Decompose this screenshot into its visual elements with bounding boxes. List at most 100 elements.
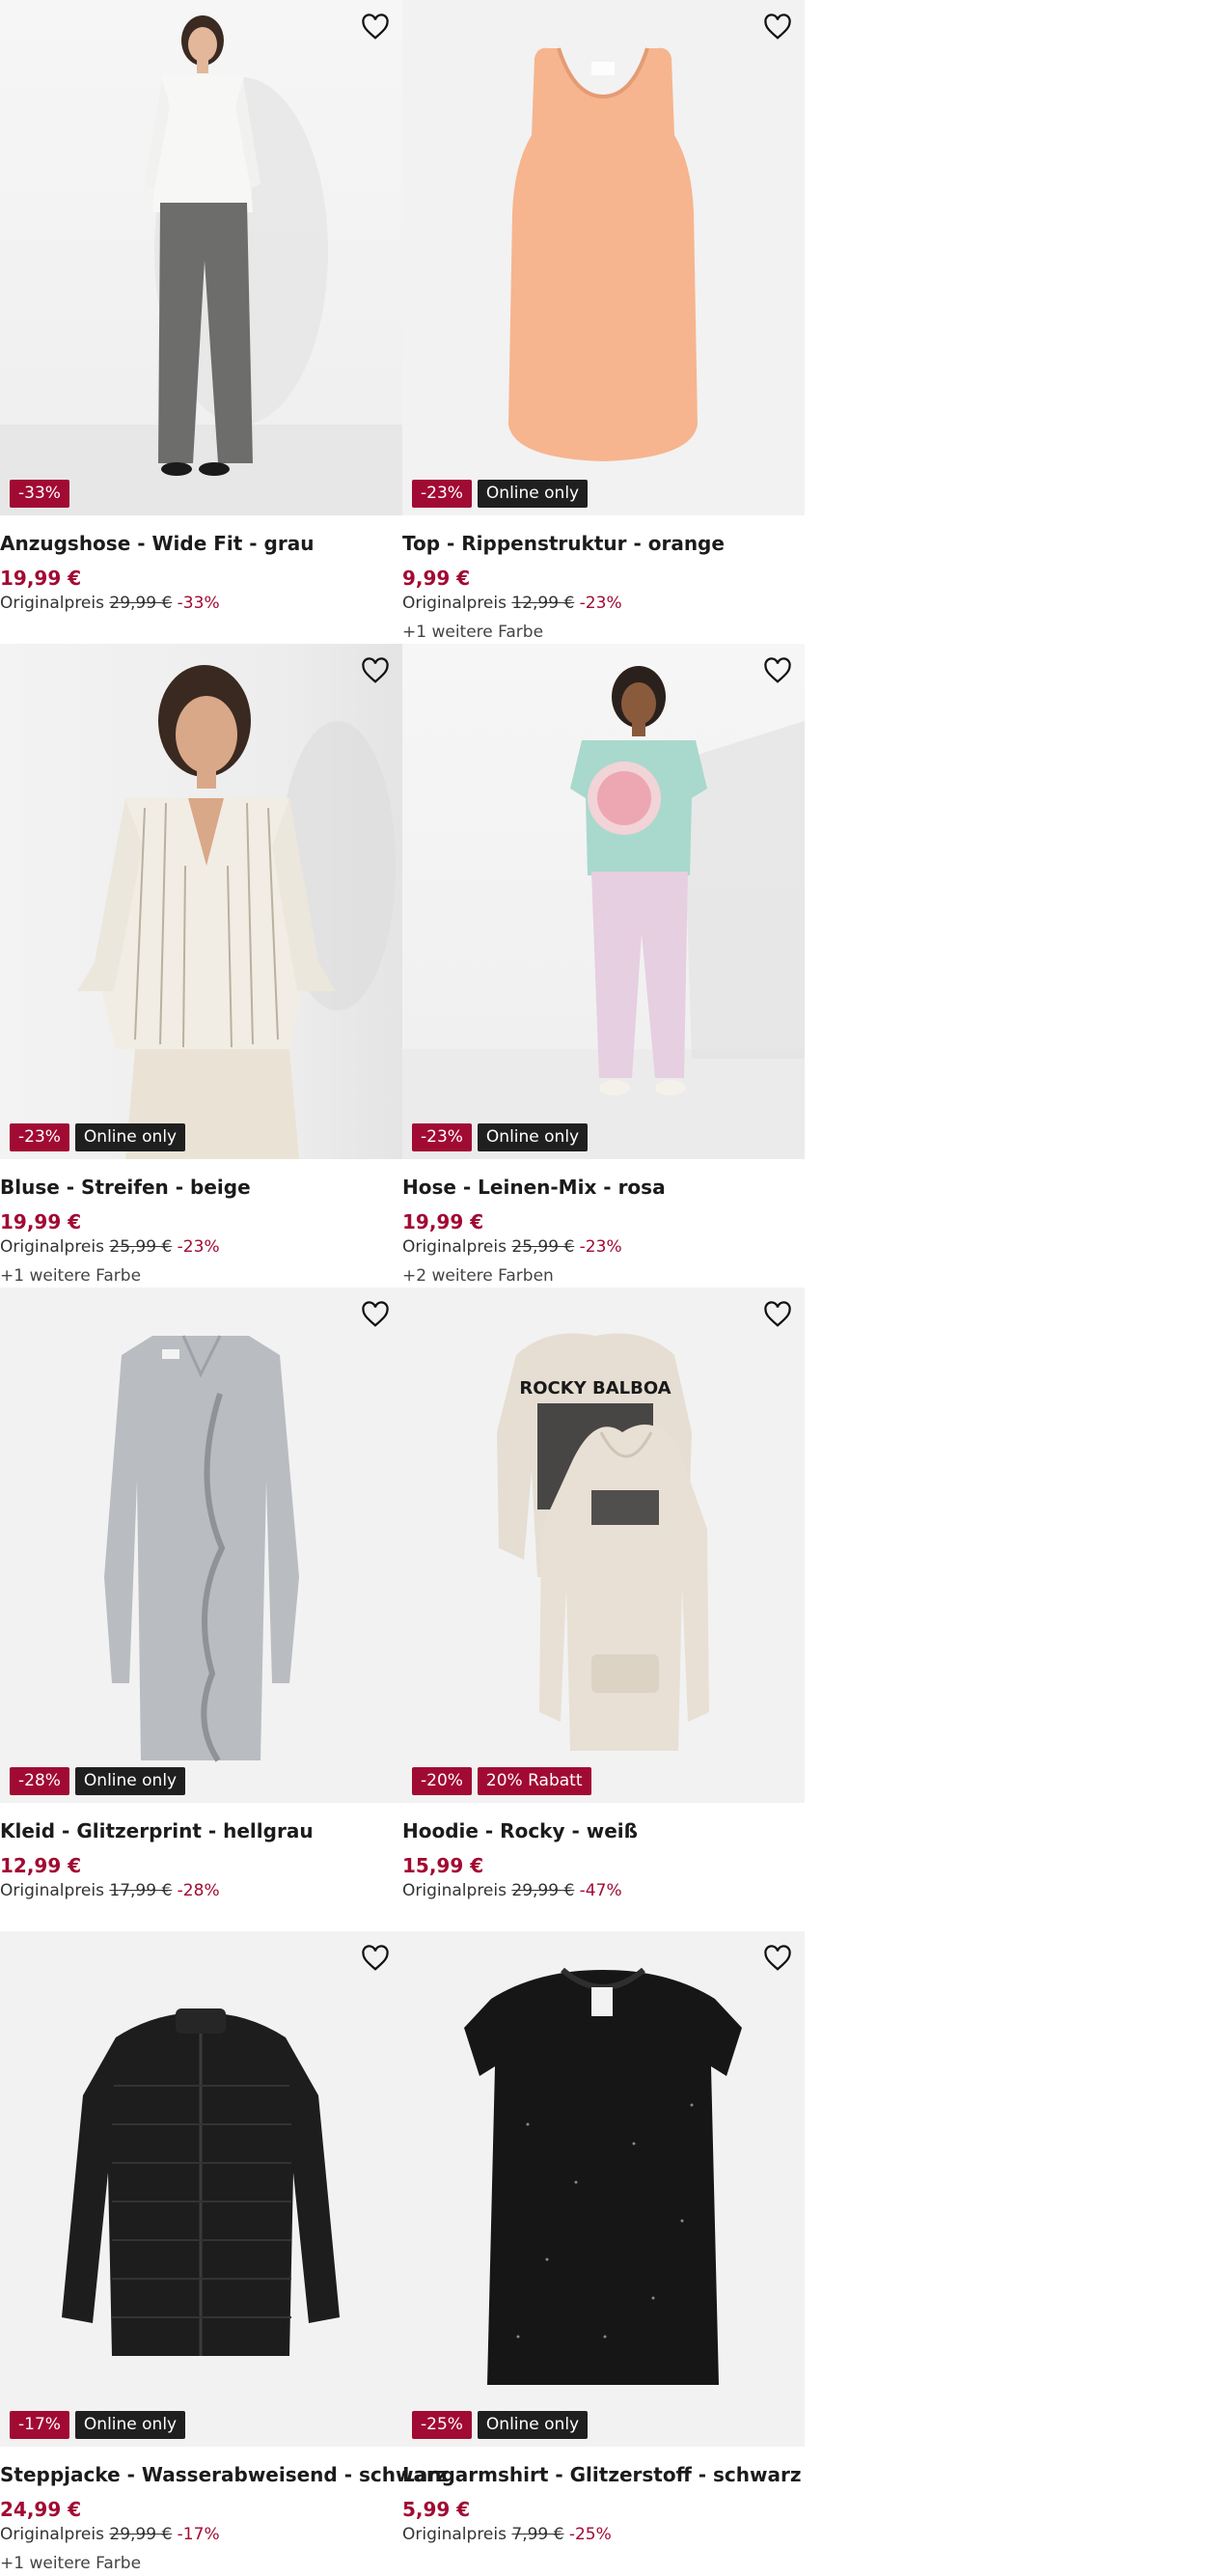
badge-group: -20% 20% Rabatt <box>412 1767 591 1795</box>
original-price-label: Originalpreis <box>402 1237 507 1257</box>
product-image[interactable] <box>0 1931 402 2447</box>
product-card[interactable]: -17% Online only Steppjacke - Wasserabwe… <box>0 1931 447 2575</box>
badge-group: -17% Online only <box>10 2411 186 2439</box>
badge-group: -23% Online only <box>412 1123 589 1151</box>
original-price-label: Originalpreis <box>0 1237 104 1257</box>
discount-badge: -20% <box>412 1767 472 1795</box>
product-image[interactable] <box>0 644 402 1159</box>
product-card[interactable]: -23% Online only Bluse - Streifen - beig… <box>0 644 402 1288</box>
product-image[interactable] <box>402 0 805 515</box>
original-price-label: Originalpreis <box>402 1881 507 1900</box>
wishlist-button[interactable] <box>760 10 795 44</box>
original-price: 12,99 € <box>511 594 575 613</box>
heart-outline-icon <box>764 1945 791 1971</box>
badge-group: -33% <box>10 480 69 508</box>
original-price-line: Originalpreis 29,99 € -47% <box>402 1880 798 1901</box>
product-image[interactable] <box>402 1931 805 2447</box>
sale-price: 24,99 € <box>0 2498 82 2521</box>
product-info: Kleid - Glitzerprint - hellgrau 12,99 € … <box>0 1818 396 1901</box>
heart-outline-icon <box>362 657 389 683</box>
discount-badge: -17% <box>10 2411 69 2439</box>
heart-outline-icon <box>362 1945 389 1971</box>
discount-badge: -33% <box>10 480 69 508</box>
original-price: 25,99 € <box>511 1237 575 1257</box>
original-price-line: Originalpreis 17,99 € -28% <box>0 1880 396 1901</box>
product-name[interactable]: Bluse - Streifen - beige <box>0 1175 396 1200</box>
original-price-line: Originalpreis 12,99 € -23% <box>402 593 798 614</box>
sale-price: 15,99 € <box>402 1854 484 1877</box>
more-colors[interactable]: +1 weitere Farbe <box>402 622 798 643</box>
original-price-line: Originalpreis 25,99 € -23% <box>0 1236 396 1258</box>
original-price: 25,99 € <box>109 1237 173 1257</box>
sale-price: 19,99 € <box>0 567 82 590</box>
product-card[interactable]: -23% Online only Top - Rippenstruktur - … <box>402 0 805 644</box>
original-price: 17,99 € <box>109 1881 173 1900</box>
original-price-label: Originalpreis <box>402 2525 507 2544</box>
product-name[interactable]: Langarmshirt - Glitzerstoff - schwarz <box>402 2462 802 2487</box>
wishlist-button[interactable] <box>760 1941 795 1976</box>
product-image[interactable] <box>402 644 805 1159</box>
product-image[interactable]: ROCKY BALBOA <box>402 1288 805 1803</box>
discount-badge: -23% <box>10 1123 69 1151</box>
product-info: Hose - Leinen-Mix - rosa 19,99 € Origina… <box>402 1175 798 1287</box>
more-colors[interactable]: +2 weitere Farben <box>402 1265 798 1287</box>
original-price: 7,99 € <box>511 2525 564 2544</box>
sale-price: 12,99 € <box>0 1854 82 1877</box>
product-card[interactable]: -33% Anzugshose - Wide Fit - grau 19,99 … <box>0 0 402 644</box>
discount-badge: -23% <box>412 1123 472 1151</box>
product-info: Steppjacke - Wasserabweisend - schwarz 2… <box>0 2462 447 2574</box>
heart-outline-icon <box>764 1301 791 1327</box>
heart-outline-icon <box>362 1301 389 1327</box>
online-only-badge: Online only <box>477 1123 589 1151</box>
discount-percent: -17% <box>177 2525 220 2544</box>
product-info: Bluse - Streifen - beige 19,99 € Origina… <box>0 1175 396 1287</box>
wishlist-button[interactable] <box>358 1297 393 1332</box>
wishlist-button[interactable] <box>760 1297 795 1332</box>
product-card[interactable]: -28% Online only Kleid - Glitzerprint - … <box>0 1288 402 1931</box>
hoodie-print-text: ROCKY BALBOA <box>519 1378 671 1399</box>
badge-group: -23% Online only <box>10 1123 186 1151</box>
discount-percent: -28% <box>177 1881 220 1900</box>
discount-percent: -23% <box>579 1237 622 1257</box>
discount-percent: -47% <box>579 1881 622 1900</box>
discount-badge: -25% <box>412 2411 472 2439</box>
sale-price: 5,99 € <box>402 2498 471 2521</box>
original-price: 29,99 € <box>109 2525 173 2544</box>
product-image[interactable] <box>0 1288 402 1803</box>
product-name[interactable]: Steppjacke - Wasserabweisend - schwarz <box>0 2462 447 2487</box>
online-only-badge: Online only <box>477 2411 589 2439</box>
original-price-label: Originalpreis <box>0 594 104 613</box>
discount-badge: -23% <box>412 480 472 508</box>
more-colors[interactable]: +1 weitere Farbe <box>0 1265 396 1287</box>
more-colors[interactable]: +1 weitere Farbe <box>0 2553 396 2574</box>
wishlist-button[interactable] <box>760 653 795 688</box>
discount-percent: -33% <box>177 594 220 613</box>
product-image[interactable] <box>0 0 402 515</box>
original-price-line: Originalpreis 29,99 € -33% <box>0 593 396 614</box>
product-name[interactable]: Kleid - Glitzerprint - hellgrau <box>0 1818 396 1843</box>
online-only-badge: Online only <box>74 1123 186 1151</box>
product-name[interactable]: Top - Rippenstruktur - orange <box>402 531 798 556</box>
heart-outline-icon <box>764 14 791 40</box>
original-price-label: Originalpreis <box>0 1881 104 1900</box>
heart-outline-icon <box>362 14 389 40</box>
wishlist-button[interactable] <box>358 1941 393 1976</box>
badge-group: -23% Online only <box>412 480 589 508</box>
product-card[interactable]: -25% Online only Langarmshirt - Glitzers… <box>402 1931 805 2575</box>
discount-percent: -23% <box>177 1237 220 1257</box>
original-price-label: Originalpreis <box>0 2525 104 2544</box>
product-info: Top - Rippenstruktur - orange 9,99 € Ori… <box>402 531 798 643</box>
product-grid: -33% Anzugshose - Wide Fit - grau 19,99 … <box>0 0 805 2575</box>
product-card[interactable]: ROCKY BALBOA -20% 20% Rabatt Hoodie - Ro… <box>402 1288 805 1931</box>
wishlist-button[interactable] <box>358 10 393 44</box>
product-name[interactable]: Hoodie - Rocky - weiß <box>402 1818 798 1843</box>
discount-percent: -23% <box>579 594 622 613</box>
product-name[interactable]: Hose - Leinen-Mix - rosa <box>402 1175 798 1200</box>
original-price-label: Originalpreis <box>402 594 507 613</box>
wishlist-button[interactable] <box>358 653 393 688</box>
original-price: 29,99 € <box>109 594 173 613</box>
product-card[interactable]: -23% Online only Hose - Leinen-Mix - ros… <box>402 644 805 1288</box>
product-info: Anzugshose - Wide Fit - grau 19,99 € Ori… <box>0 531 396 614</box>
discount-percent: -25% <box>568 2525 612 2544</box>
product-name[interactable]: Anzugshose - Wide Fit - grau <box>0 531 396 556</box>
